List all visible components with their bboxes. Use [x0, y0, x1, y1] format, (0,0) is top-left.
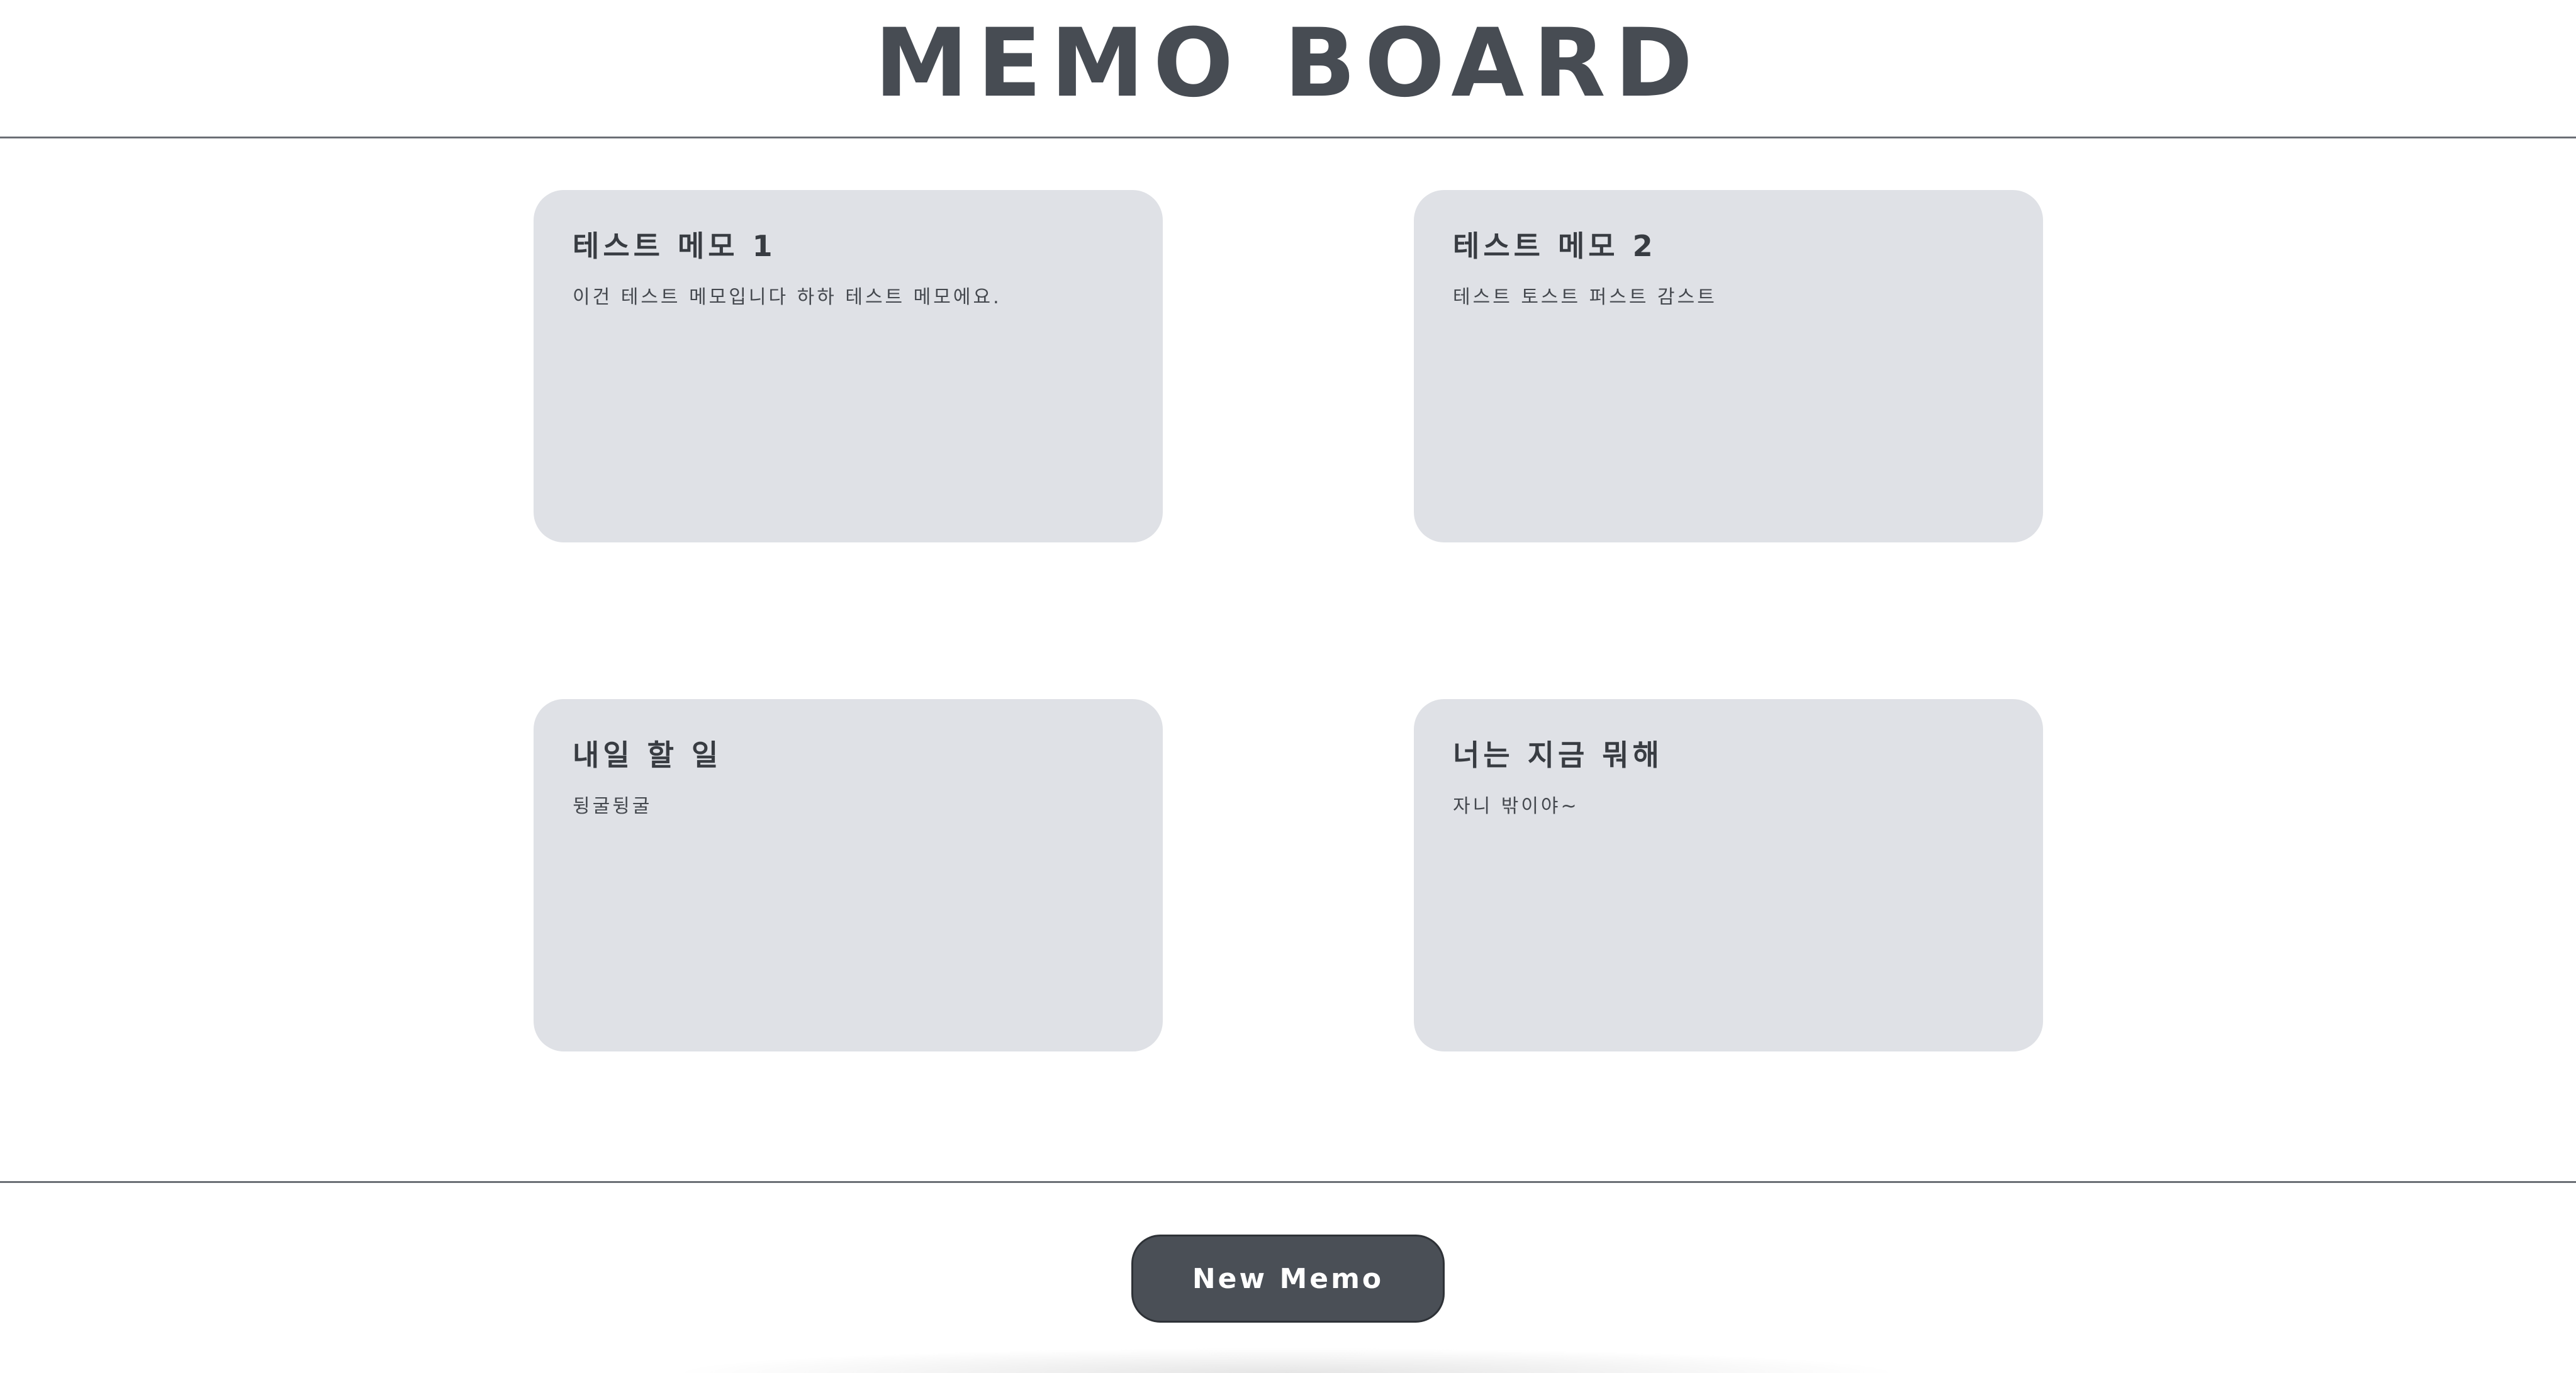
header: MEMO BOARD — [0, 0, 2576, 138]
memo-body: 이건 테스트 메모입니다 하하 테스트 메모에요. — [573, 286, 1002, 309]
memo-board-page: MEMO BOARD 테스트 메모 1 이건 테스트 메모입니다 하하 테스트 … — [0, 0, 2576, 1373]
footer-shadow — [667, 1348, 1907, 1373]
memo-title: 내일 할 일 — [573, 738, 722, 772]
memo-title: 테스트 메모 1 — [573, 229, 776, 263]
memo-title: 너는 지금 뭐해 — [1453, 738, 1663, 772]
memo-body: 뒹굴뒹굴 — [573, 795, 652, 818]
memo-card[interactable]: 테스트 메모 2 테스트 토스트 퍼스트 감스트 — [1414, 190, 2043, 542]
memo-title: 테스트 메모 2 — [1453, 229, 1657, 263]
new-memo-button[interactable]: New Memo — [1131, 1235, 1445, 1323]
memo-card[interactable]: 너는 지금 뭐해 자니 밖이야~ — [1414, 699, 2043, 1051]
footer: New Memo — [0, 1181, 2576, 1373]
page-title: MEMO BOARD — [874, 8, 1702, 118]
memo-body: 자니 밖이야~ — [1453, 795, 1579, 818]
memo-body: 테스트 토스트 퍼스트 감스트 — [1453, 286, 1717, 309]
memo-grid: 테스트 메모 1 이건 테스트 메모입니다 하하 테스트 메모에요. 테스트 메… — [0, 138, 2576, 1182]
memo-card[interactable]: 내일 할 일 뒹굴뒹굴 — [534, 699, 1163, 1051]
memo-card[interactable]: 테스트 메모 1 이건 테스트 메모입니다 하하 테스트 메모에요. — [534, 190, 1163, 542]
